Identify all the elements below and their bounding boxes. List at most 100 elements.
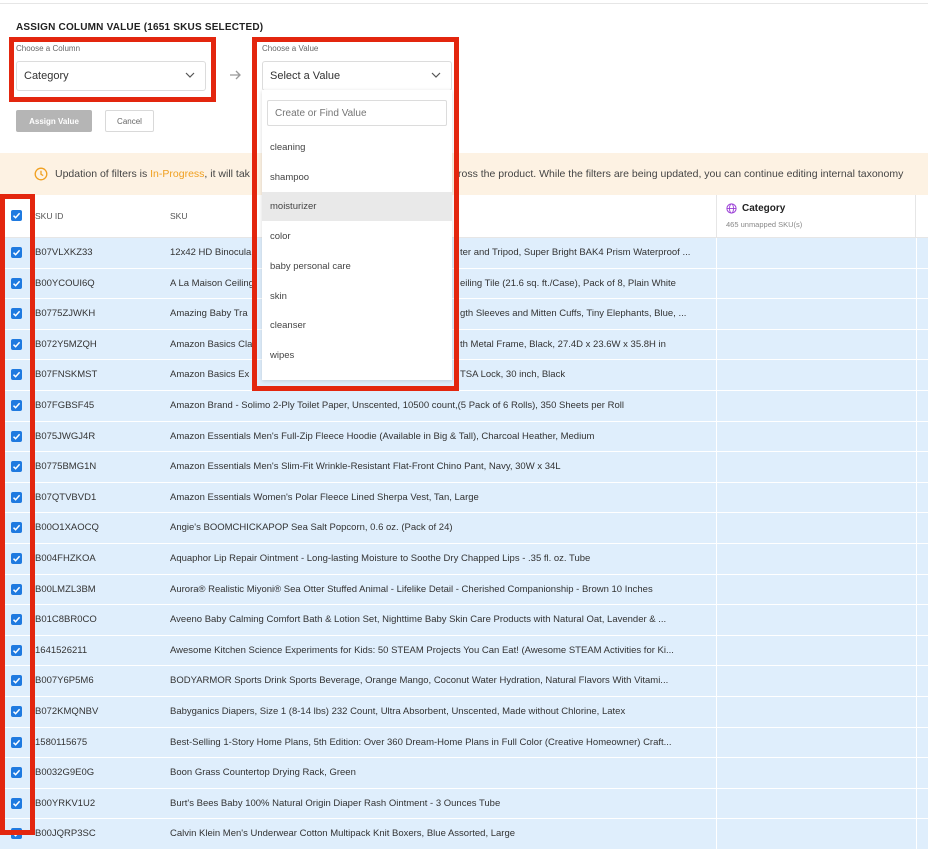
row-checkbox[interactable] — [11, 705, 22, 717]
check-icon — [12, 769, 21, 776]
table-row[interactable]: B072KMQNBV Babyganics Diapers, Size 1 (8-… — [0, 696, 928, 728]
row-checkbox[interactable] — [11, 797, 22, 809]
value-option[interactable]: wipes — [262, 341, 452, 370]
row-checkbox[interactable] — [11, 614, 22, 626]
check-icon — [12, 739, 21, 746]
table-row[interactable]: B0032G9E0G Boon Grass Countertop Drying R… — [0, 758, 928, 789]
sku-name-cell: Angie's BOOMCHICKAPOP Sea Salt Popcorn, … — [170, 522, 705, 533]
check-icon — [12, 616, 21, 623]
sku-name-cell: Burt's Bees Baby 100% Natural Origin Dia… — [170, 798, 705, 809]
table-row[interactable]: B00JQRP3SC Calvin Klein Men's Underwear C… — [0, 819, 928, 850]
check-icon — [12, 310, 21, 317]
chevron-down-icon — [431, 72, 441, 78]
value-option[interactable]: cleaning — [262, 133, 452, 162]
row-checkbox[interactable] — [11, 338, 22, 350]
column-divider — [916, 268, 917, 299]
sku-id-cell: B00YRKV1U2 — [35, 797, 96, 809]
table-row[interactable]: B00YCOUI6Q A La Maison Ceiling eiling Tile… — [0, 268, 928, 300]
column-divider — [716, 788, 717, 819]
table-body: B07VLXKZ33 12x42 HD Binocular ter and Trip… — [0, 238, 928, 850]
table-row[interactable]: B07VLXKZ33 12x42 HD Binocular ter and Trip… — [0, 238, 928, 269]
arrow-right-icon — [230, 70, 241, 80]
table-row[interactable]: B0775BMG1N Amazon Essentials Men's Slim-F… — [0, 452, 928, 483]
column-divider — [716, 482, 717, 513]
table-row[interactable]: B004FHZKOA Aquaphor Lip Repair Ointment -… — [0, 543, 928, 575]
value-search-input[interactable] — [267, 100, 447, 126]
check-icon — [12, 341, 21, 348]
row-checkbox[interactable] — [11, 369, 22, 381]
row-checkbox[interactable] — [11, 767, 22, 779]
sku-name-cell: Calvin Klein Men's Underwear Cotton Mult… — [170, 828, 705, 839]
row-checkbox[interactable] — [11, 308, 22, 320]
row-checkbox[interactable] — [11, 399, 22, 411]
table-row[interactable]: B007Y6P5M6 BODYARMOR Sports Drink Sports … — [0, 666, 928, 697]
check-icon — [12, 708, 21, 715]
column-divider — [716, 605, 717, 635]
value-option[interactable]: moisturizer — [262, 192, 452, 222]
sku-id-cell: B07FGBSF45 — [35, 399, 95, 411]
column-divider — [916, 513, 917, 543]
table-row[interactable]: 1580115675 Best-Selling 1-Story Home Plan… — [0, 727, 928, 759]
row-checkbox[interactable] — [11, 247, 22, 258]
check-icon — [12, 555, 21, 562]
row-checkbox[interactable] — [11, 491, 22, 503]
value-option[interactable]: cleanser — [262, 311, 452, 340]
sku-name-text: BODYARMOR Sports Drink Sports Beverage, … — [170, 675, 669, 687]
sku-name-cell: Amazon Essentials Women's Polar Fleece L… — [170, 492, 705, 503]
table-row[interactable]: B00O1XAOCQ Angie's BOOMCHICKAPOP Sea Salt… — [0, 513, 928, 544]
sku-id-cell: B00O1XAOCQ — [35, 522, 99, 534]
table-row[interactable]: B00LMZL3BM Aurora® Realistic Miyoni® Sea … — [0, 574, 928, 606]
column-divider — [916, 605, 917, 635]
sku-name-cell: Boon Grass Countertop Drying Rack, Green — [170, 767, 705, 778]
column-select[interactable]: Category — [16, 61, 206, 91]
column-divider — [916, 329, 917, 360]
value-select-label: Choose a Value — [262, 44, 319, 53]
sku-id-cell: B007Y6P5M6 — [35, 675, 94, 687]
row-checkbox[interactable] — [11, 828, 22, 840]
banner-text-after: , it will tak — [204, 168, 250, 180]
column-divider — [916, 727, 917, 758]
sku-name-text: Amazon Brand - Solimo 2-Ply Toilet Paper… — [170, 399, 624, 411]
assign-value-button[interactable]: Assign Value — [16, 110, 92, 132]
row-checkbox[interactable] — [11, 430, 22, 442]
table-row[interactable]: B00YRKV1U2 Burt's Bees Baby 100% Natural … — [0, 788, 928, 820]
column-divider — [916, 543, 917, 574]
sku-name-text: Amazon Essentials Men's Full-Zip Fleece … — [170, 430, 595, 442]
column-divider — [916, 788, 917, 819]
row-checkbox[interactable] — [11, 675, 22, 687]
sku-name-text: Aveeno Baby Calming Comfort Bath & Lotio… — [170, 614, 667, 626]
row-checkbox[interactable] — [11, 522, 22, 534]
row-checkbox[interactable] — [11, 583, 22, 595]
sku-name-text: Amazon Essentials Women's Polar Fleece L… — [170, 491, 479, 503]
column-divider — [716, 819, 717, 849]
sku-name-tail: eiling Tile (21.6 sq. ft./Case), Pack of… — [460, 277, 676, 289]
table-row[interactable]: B07FNSKMST Amazon Basics Ex TSA Lock, 30 i… — [0, 360, 928, 391]
table-row[interactable]: 1641526211 Awesome Kitchen Science Experi… — [0, 635, 928, 667]
row-checkbox[interactable] — [11, 644, 22, 656]
table-row[interactable]: B072Y5MZQH Amazon Basics Cla th Metal Fram… — [0, 329, 928, 361]
value-option[interactable]: color — [262, 222, 452, 251]
row-checkbox[interactable] — [11, 277, 22, 289]
row-checkbox[interactable] — [11, 461, 22, 473]
table-row[interactable]: B07FGBSF45 Amazon Brand - Solimo 2-Ply To… — [0, 390, 928, 422]
select-all-checkbox[interactable] — [11, 210, 22, 221]
value-option[interactable]: skin — [262, 282, 452, 311]
table-row[interactable]: B0775ZJWKH Amazing Baby Tra gth Sleeves an… — [0, 299, 928, 330]
sku-name-tail: ter and Tripod, Super Bright BAK4 Prism … — [460, 247, 691, 258]
table-row[interactable]: B075JWGJ4R Amazon Essentials Men's Full-Z… — [0, 421, 928, 453]
column-divider — [916, 421, 917, 452]
check-icon — [12, 525, 21, 532]
cancel-button[interactable]: Cancel — [105, 110, 154, 132]
check-icon — [12, 830, 21, 838]
header-category[interactable]: Category 465 unmapped SKU(s) — [716, 195, 916, 237]
value-select[interactable]: Select a Value — [262, 61, 452, 91]
table-row[interactable]: B01C8BR0CO Aveeno Baby Calming Comfort Ba… — [0, 605, 928, 636]
row-checkbox[interactable] — [11, 552, 22, 564]
sku-name-cell: Aquaphor Lip Repair Ointment - Long-last… — [170, 553, 705, 564]
column-divider — [916, 758, 917, 788]
row-checkbox[interactable] — [11, 736, 22, 748]
value-option[interactable]: shampoo — [262, 163, 452, 192]
table-row[interactable]: B07QTVBVD1 Amazon Essentials Women's Pola… — [0, 482, 928, 514]
sku-table: SKU ID SKU Category 465 unmapped SKU(s) … — [0, 195, 928, 850]
value-option[interactable]: baby personal care — [262, 252, 452, 281]
